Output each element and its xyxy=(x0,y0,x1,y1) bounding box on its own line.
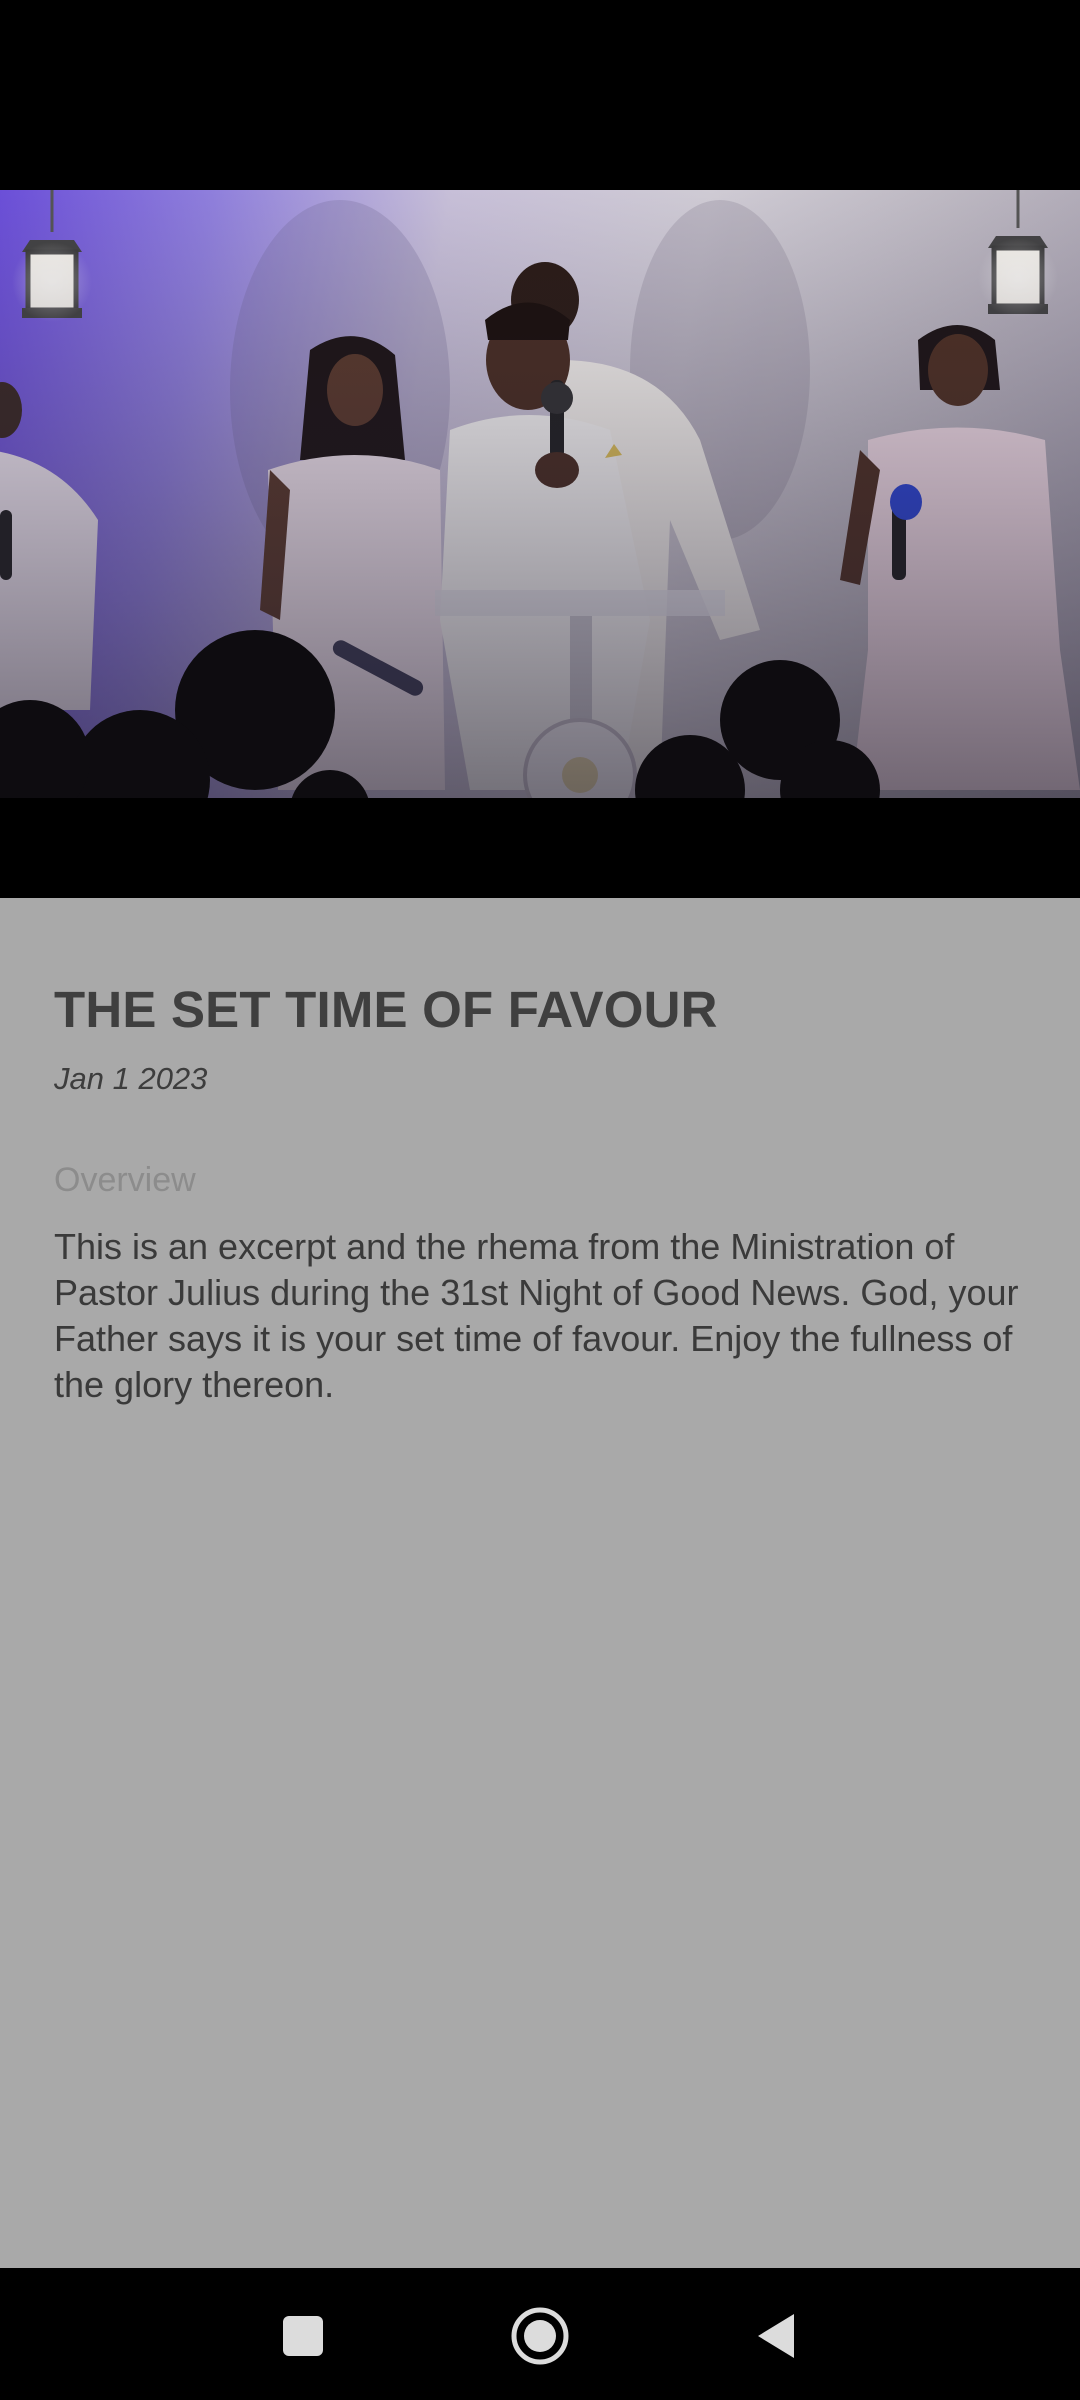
recents-button[interactable] xyxy=(255,2288,351,2384)
sermon-date: Jan 1 2023 xyxy=(54,1061,208,1096)
sermon-title: THE SET TIME OF FAVOUR xyxy=(54,981,718,1038)
status-bar-area xyxy=(0,0,1080,190)
square-icon xyxy=(283,2316,323,2356)
circle-icon xyxy=(511,2307,569,2365)
triangle-icon xyxy=(758,2314,794,2358)
sermon-description: This is an excerpt and the rhema from th… xyxy=(54,1226,1019,1405)
overview-label: Overview xyxy=(54,1161,196,1199)
system-navigation-bar xyxy=(0,2268,1080,2400)
sermon-details: THE SET TIME OF FAVOUR Jan 1 2023 Overvi… xyxy=(0,898,1080,2268)
home-button[interactable] xyxy=(492,2288,588,2384)
video-letterbox xyxy=(0,798,1080,898)
back-button[interactable] xyxy=(728,2288,824,2384)
video-player[interactable] xyxy=(0,190,1080,798)
video-frame-image xyxy=(0,190,1080,798)
